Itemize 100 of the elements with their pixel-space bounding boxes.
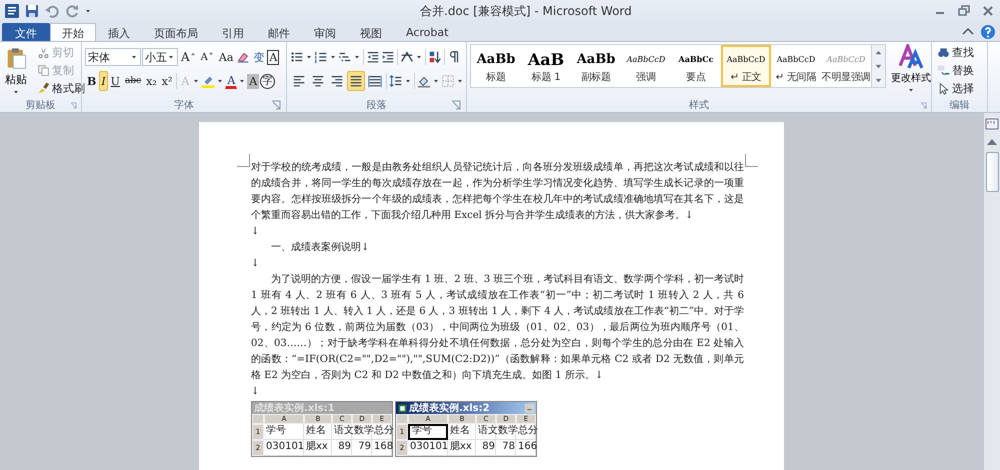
layout-icon[interactable] (400, 50, 414, 64)
undo-icon[interactable] (44, 3, 60, 19)
format-button[interactable]: I (99, 71, 108, 91)
ribbon-tab[interactable]: 开始 (50, 23, 96, 41)
caret-icon (12, 88, 20, 96)
caret-icon[interactable] (415, 53, 423, 61)
cursor-icon (937, 82, 950, 95)
spreadsheet-icon (398, 404, 407, 412)
margin-mark (237, 154, 250, 167)
ribbon-tab[interactable]: 引用 (210, 23, 256, 41)
style-item[interactable]: AaBb 标题 (471, 45, 521, 87)
multilevel-list-icon[interactable] (338, 50, 352, 64)
document-icon[interactable] (4, 3, 20, 19)
help-icon[interactable] (980, 24, 996, 40)
change-styles-button[interactable]: 更改样式 (889, 44, 933, 94)
eraser-icon[interactable] (236, 50, 250, 64)
font-tool-button[interactable]: A (198, 47, 216, 67)
sort-icon[interactable] (428, 50, 442, 64)
paint-bucket-icon[interactable] (417, 74, 431, 88)
font-name-field[interactable]: 宋体 (85, 48, 141, 66)
caret-icon[interactable] (84, 7, 92, 15)
scissors-icon (37, 46, 50, 59)
decrease-indent-icon[interactable] (366, 50, 380, 64)
font-tool-button[interactable]: 字 (260, 74, 276, 88)
brush-icon (37, 82, 50, 95)
window-title: 合并.doc [兼容模式] - Microsoft Word (420, 2, 632, 20)
paragraph-text: 为了说明的方便，假设一届学生有 1 班、2 班、3 班三个班，考试科目有语文、数学两个学科，初一考试时 1 班有 4 人、2 班有 6 人、3 班有 5 人，考试成绩放在工作表“初一”中；初二考试时 1 班转入 2 人，共 6 人，2 班转出 1 人、转入 1 人，还是 6 人，3 班转出 1 人，剩下 4 人，考试成绩放在工作表“初二”中。对于学号，约定为 6 位数，前两位为届数（03），中间两位为班级（01、02、03），最后两位为班内顺序号（01、02、03……）；对于缺考学科在单科得分处不填任何数据，总分处为空白，则每个学生的总分由在 E2 处输入的函数：“=IF(OR(C2="",D2=""),"",SUM(C2:D2))”（函数解释：如果单元格 C2 或者 D2 无数值，则单元格 E2 为空白，否则为 C2 和 D2 中数值之和）向下填充生成。如图 1 所示。↓ (251, 272, 744, 383)
font-tool-button[interactable]: Aa (216, 47, 236, 67)
line-spacing-icon[interactable] (389, 74, 403, 88)
style-item[interactable]: AaB 标题 1 (521, 45, 571, 87)
format-button[interactable]: x₂ (144, 71, 159, 91)
ruler-icon[interactable] (984, 116, 1000, 132)
font-tool-button[interactable]: A (179, 47, 198, 67)
group-title: 剪贴板 (26, 98, 56, 112)
paragraph-text: ↓ (251, 385, 260, 399)
align-left-icon (292, 74, 306, 88)
paragraph-text: 对于学校的统考成绩，一般是由教务处组织人员登记统计后，向各班分发班级成绩单，再把这次考试成绩和以往的成绩合并，将同一学生的每次成绩存放在一起，作为分析学生学习情况变化趋势、填写学生成长记录的一项重要内容。怎样按班级拆分一个年级的成绩表，怎样把每个学生在校几年中的考试成绩准确地填写在其名下，这是个繁重而容易出错的工作，下面我介绍几种用 Excel 拆分与合并学生成绩表的方法，供大家参考。↓ (251, 160, 744, 223)
caret-icon[interactable] (238, 77, 246, 85)
align-right-icon (330, 74, 344, 88)
table-cell: 语文 (476, 424, 496, 440)
editing-command[interactable]: 查找 (935, 44, 976, 61)
format-button[interactable]: x² (160, 71, 174, 91)
replace-icon (937, 64, 950, 77)
bullets-icon[interactable] (290, 50, 304, 64)
caret-icon[interactable] (192, 77, 200, 85)
caret-icon[interactable] (329, 53, 337, 61)
ribbon-tab[interactable]: 页面布局 (142, 23, 210, 41)
scrollbar-thumb[interactable] (986, 152, 998, 192)
group-title: 段落 (366, 98, 386, 112)
ribbon-tab[interactable]: 审阅 (302, 23, 348, 41)
ribbon-tab[interactable]: 文件 (2, 23, 50, 41)
format-button[interactable]: U (108, 71, 122, 91)
align-justify-button[interactable] (347, 71, 365, 91)
restore-icon[interactable] (956, 3, 972, 19)
binoculars-icon (937, 46, 950, 59)
format-button[interactable]: abc (122, 71, 144, 91)
save-icon[interactable] (24, 3, 40, 19)
style-item[interactable]: AaBbCc 要点 (671, 45, 721, 87)
paragraph-mark-icon[interactable] (447, 50, 461, 64)
table-cell: 姓名 (448, 424, 476, 440)
caret-icon[interactable] (305, 53, 313, 61)
spreadsheet-title: 成绩表实例.xls:1 (254, 401, 335, 415)
increase-indent-icon[interactable] (381, 50, 395, 64)
caret-icon[interactable] (432, 77, 440, 85)
caret-icon[interactable] (216, 77, 224, 85)
ribbon-tab[interactable]: 视图 (348, 23, 394, 41)
margin-mark (745, 154, 758, 167)
group-title: 编辑 (950, 98, 970, 112)
numbering-icon[interactable] (314, 50, 328, 64)
table-cell: 数学 (352, 424, 372, 440)
ribbon-tab[interactable]: Acrobat (394, 23, 460, 41)
font-tool-button[interactable]: A (247, 74, 260, 88)
down-arrow-icon (208, 51, 214, 57)
paragraph-text: ↓ (251, 225, 260, 239)
ribbon-tab[interactable]: 插入 (96, 23, 142, 41)
format-button[interactable]: B (85, 71, 98, 91)
minimize-icon[interactable] (525, 404, 534, 412)
font-size-field[interactable]: 小五 (142, 48, 178, 66)
clipboard-command[interactable]: 格式刷 (35, 80, 87, 97)
spreadsheet-title: 成绩表实例.xls:2 (409, 401, 490, 415)
copy-icon (37, 64, 50, 77)
style-item[interactable]: AaBbCcD ↵ 无间隔 (771, 45, 821, 87)
caret-icon[interactable] (456, 77, 464, 85)
font-tool-button[interactable]: 变 (251, 47, 266, 67)
style-item[interactable]: AaBb 副标题 (571, 45, 621, 87)
editing-command[interactable]: 替换 (935, 62, 976, 79)
ribbon-tab[interactable]: 邮件 (256, 23, 302, 41)
caret-icon[interactable] (404, 77, 412, 85)
style-item[interactable]: AaBbCcD ↵ 正文 (721, 45, 771, 87)
paste-button[interactable]: 粘贴 (3, 44, 29, 97)
font-tool-button[interactable]: A (225, 74, 238, 88)
font-tool-button[interactable]: A (267, 50, 280, 64)
group-title: 字体 (174, 98, 194, 112)
table-cell: 78 (496, 440, 516, 456)
editing-command[interactable]: 选择 (935, 80, 976, 97)
caret-icon[interactable] (353, 53, 361, 61)
style-item[interactable]: AaBbCcD 强调 (621, 45, 671, 87)
table-cell: 168 (372, 440, 392, 456)
paragraph-text: 一、成绩表案例说明↓ (270, 240, 370, 255)
table-cell: 89 (476, 440, 496, 456)
